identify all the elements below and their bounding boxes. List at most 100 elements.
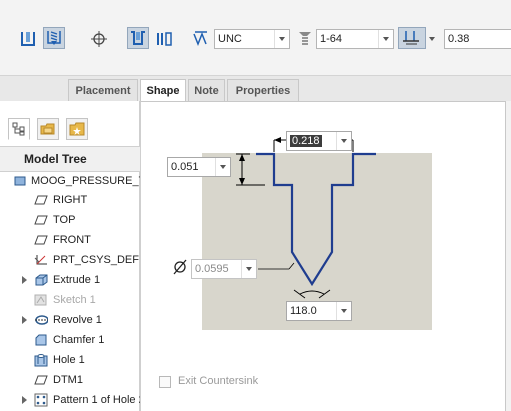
depth-options-icon [403, 31, 419, 45]
chevron-down-icon[interactable] [274, 30, 289, 48]
tree-item-label: PRT_CSYS_DEF [53, 254, 139, 266]
tapped-hole-button[interactable] [43, 27, 65, 49]
standard-hole-button[interactable] [17, 28, 39, 50]
exit-countersink-checkbox[interactable] [159, 376, 171, 388]
tree-item-right[interactable]: RIGHT [34, 190, 87, 210]
counterbore-icon [157, 32, 172, 46]
tree-item-front[interactable]: FRONT [34, 230, 91, 250]
tree-item-revolve-1[interactable]: Revolve 1 [22, 310, 102, 330]
extrude-icon [34, 273, 48, 287]
tab-label: Placement [75, 84, 131, 97]
hole-diameter-value: 0.0595 [195, 263, 229, 275]
datum-plane-icon [34, 193, 48, 207]
tree-item-label: Pattern 1 of Hole 2 [53, 394, 140, 406]
thread-button[interactable] [190, 28, 212, 50]
csys-icon [34, 253, 48, 267]
tree-item-label: Extrude 1 [53, 274, 101, 286]
tab-note[interactable]: Note [188, 79, 225, 101]
tab-placement[interactable]: Placement [68, 79, 138, 101]
tree-item-label: Sketch 1 [53, 294, 96, 306]
tree-item-prt-csys-def[interactable]: PRT_CSYS_DEF [34, 250, 139, 270]
counterbore-depth-input[interactable]: 0.051 [167, 157, 231, 177]
datum-plane-icon [34, 213, 48, 227]
chevron-down-icon[interactable] [241, 260, 256, 278]
exit-countersink-label: Exit Countersink [178, 375, 259, 387]
chevron-down-icon[interactable] [378, 30, 393, 48]
tree-item-label: RIGHT [53, 194, 88, 206]
screw-size-select[interactable]: 1-64 [316, 29, 394, 49]
pattern-icon [34, 393, 48, 407]
expand-arrow-icon[interactable] [22, 396, 27, 404]
drill-angle-value: 118.0 [290, 305, 317, 317]
part-icon [14, 174, 26, 188]
screw-size-icon [296, 30, 314, 48]
tree-item-root[interactable]: MOOG_PRESSURE_T [14, 173, 140, 191]
datum-plane-icon [34, 233, 48, 247]
counterbore-button[interactable] [153, 28, 175, 50]
placement-point-icon [91, 31, 107, 47]
chevron-down-icon[interactable] [215, 158, 230, 176]
tree-item-dtm1[interactable]: DTM1 [34, 370, 83, 390]
tree-item-label: Chamfer 1 [53, 334, 105, 346]
tree-item-sketch-1[interactable]: Sketch 1 [34, 290, 96, 310]
tree-item-extrude-1[interactable]: Extrude 1 [22, 270, 101, 290]
screw-size-value: 1-64 [320, 33, 343, 45]
tree-item-label: TOP [53, 214, 76, 226]
hole-diameter-input[interactable]: 0.0595 [191, 259, 257, 279]
tab-properties[interactable]: Properties [227, 79, 299, 101]
depth-value: 0.38 [448, 33, 470, 45]
hole-profile-drawing [236, 137, 376, 299]
tree-item-top[interactable]: TOP [34, 210, 75, 230]
expand-arrow-icon[interactable] [22, 276, 27, 284]
standard-hole-icon [21, 32, 35, 46]
folder-icon [40, 123, 55, 135]
folder-browser-tab[interactable] [37, 118, 59, 140]
tree-item-chamfer-1[interactable]: Chamfer 1 [34, 330, 104, 350]
model-tree-header: Model Tree [0, 146, 140, 172]
favorites-tab[interactable] [66, 118, 88, 140]
sketch-icon [34, 293, 48, 307]
counterbore-depth-value: 0.051 [171, 161, 199, 173]
diameter-symbol-icon [172, 258, 188, 276]
top-diameter-value: 0.218 [290, 135, 322, 147]
tab-label: Properties [235, 84, 291, 97]
tree-item-label: MOOG_PRESSURE_T [31, 175, 140, 187]
tree-item-label: Hole 1 [53, 354, 85, 366]
chevron-down-icon[interactable] [426, 32, 438, 46]
placement-point-button[interactable] [88, 28, 110, 50]
chevron-down-icon[interactable] [336, 302, 351, 320]
tab-shape[interactable]: Shape [140, 79, 186, 102]
favorites-icon [69, 122, 85, 136]
tree-item-label: FRONT [53, 234, 91, 246]
thread-type-select[interactable]: UNC [214, 29, 290, 49]
panel-scroll-edge [505, 101, 511, 411]
model-tree-list: MOOG_PRESSURE_T RIGHT TOP FRONT PRT_CSYS… [0, 173, 140, 411]
tree-item-hole-1[interactable]: Hole 1 [34, 350, 85, 370]
countersink-icon [131, 31, 145, 45]
tree-item-label: DTM1 [53, 374, 83, 386]
tab-label: Note [194, 84, 219, 97]
drill-angle-input[interactable]: 118.0 [286, 301, 352, 321]
tree-view-tab[interactable] [8, 118, 30, 140]
tree-icon [12, 122, 25, 136]
chamfer-icon [34, 333, 48, 347]
drill-angle-dimension [293, 289, 331, 299]
depth-value-input[interactable]: 0.38 [444, 29, 511, 49]
tapped-hole-icon [47, 31, 61, 45]
tab-label: Shape [146, 85, 180, 97]
thread-icon [193, 31, 207, 47]
hole-icon [34, 353, 48, 367]
feature-dashboard: UNC 1-64 0.38 [0, 0, 511, 76]
revolve-icon [34, 313, 48, 327]
top-diameter-input[interactable]: 0.218 [286, 131, 352, 151]
tree-item-label: Revolve 1 [53, 314, 102, 326]
expand-arrow-icon[interactable] [22, 316, 27, 324]
countersink-button[interactable] [127, 27, 149, 49]
thread-type-value: UNC [218, 33, 242, 45]
hole-profile-outline [256, 152, 376, 287]
hole-diameter-leader [258, 262, 295, 270]
chevron-down-icon[interactable] [336, 132, 351, 150]
tree-item-pattern-1[interactable]: Pattern 1 of Hole 2 [22, 390, 140, 410]
datum-plane-icon [34, 373, 48, 387]
depth-options-button[interactable] [398, 27, 426, 49]
